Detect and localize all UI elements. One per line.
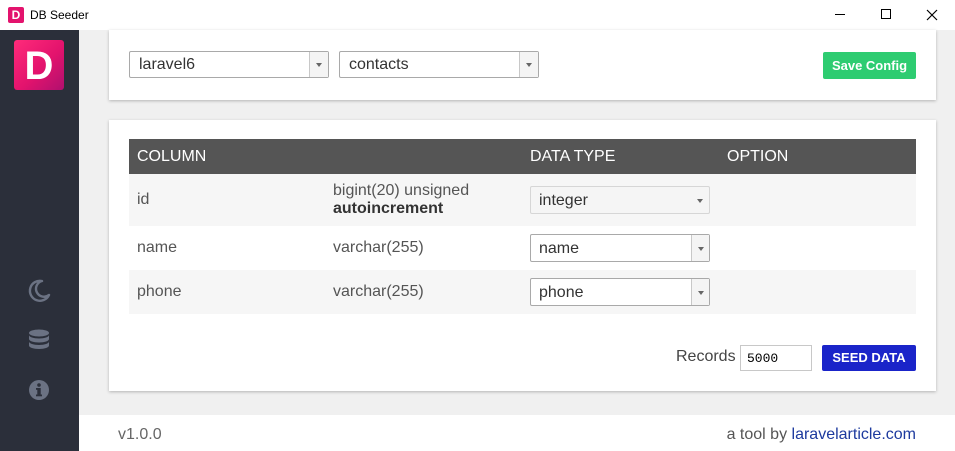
app-logo: D — [14, 40, 64, 90]
data-type-value: name — [539, 240, 580, 257]
minimize-button[interactable] — [817, 0, 863, 30]
seed-data-button[interactable]: SEED DATA — [822, 345, 916, 371]
header-option: OPTION — [727, 148, 789, 165]
save-config-button[interactable]: Save Config — [823, 52, 916, 79]
data-type-value: integer — [539, 192, 588, 209]
sidebar: D — [0, 30, 79, 451]
database-select-value: laravel6 — [139, 56, 196, 73]
close-icon — [926, 9, 938, 21]
version-text: v1.0.0 — [118, 426, 162, 443]
columns-card: COLUMN DATA TYPE OPTION id bigint(20) un… — [109, 120, 936, 391]
credit-prefix: a tool by — [726, 426, 788, 443]
table-select-value: contacts — [349, 56, 409, 73]
table-row: name varchar(255) name — [129, 226, 916, 270]
title-bar: D DB Seeder — [0, 0, 955, 30]
column-type-extra: autoincrement — [333, 200, 444, 217]
app-window: D DB Seeder D laravel6 contacts Save Con… — [0, 0, 955, 451]
column-type-text: bigint(20) unsigned — [333, 182, 470, 199]
header-data-type: DATA TYPE — [530, 148, 616, 165]
records-label: Records — [676, 348, 736, 365]
app-icon: D — [8, 7, 24, 23]
dark-mode-toggle[interactable] — [26, 278, 52, 304]
credit-text: a tool by laravelarticle.com — [727, 426, 916, 444]
database-button[interactable] — [26, 328, 52, 354]
close-button[interactable] — [909, 0, 955, 30]
info-icon — [29, 380, 49, 400]
database-select[interactable]: laravel6 — [129, 51, 329, 78]
data-type-select[interactable]: phone — [530, 278, 710, 306]
data-type-select[interactable]: name — [530, 234, 710, 262]
chevron-down-icon — [309, 52, 328, 77]
records-input[interactable]: 5000 — [740, 345, 812, 371]
column-name: id — [137, 191, 150, 208]
data-type-value: phone — [539, 284, 584, 301]
chevron-down-icon — [519, 52, 538, 77]
table-row: id bigint(20) unsigned autoincrement int… — [129, 174, 916, 226]
data-type-select[interactable]: integer — [530, 186, 710, 214]
column-type: varchar(255) — [333, 283, 424, 300]
window-title: DB Seeder — [30, 8, 89, 22]
column-name: phone — [137, 283, 182, 300]
table-row: phone varchar(255) phone — [129, 270, 916, 314]
maximize-button[interactable] — [863, 0, 909, 30]
chevron-down-icon — [691, 235, 709, 261]
database-icon — [29, 329, 49, 349]
moon-icon — [28, 279, 51, 302]
chevron-down-icon — [691, 187, 709, 213]
config-card: laravel6 contacts Save Config — [109, 30, 936, 100]
column-type: varchar(255) — [333, 239, 424, 256]
maximize-icon — [881, 9, 891, 19]
footer: v1.0.0 a tool by laravelarticle.com — [79, 415, 955, 451]
column-name: name — [137, 239, 178, 256]
info-button[interactable] — [26, 377, 52, 403]
logo-letter: D — [24, 44, 54, 88]
credit-link[interactable]: laravelarticle.com — [792, 426, 916, 443]
chevron-down-icon — [691, 279, 709, 305]
table-select[interactable]: contacts — [339, 51, 539, 78]
table-header: COLUMN DATA TYPE OPTION — [129, 139, 916, 174]
column-type: bigint(20) unsigned autoincrement — [333, 182, 469, 218]
header-column: COLUMN — [137, 148, 207, 165]
minimize-icon — [835, 14, 845, 15]
